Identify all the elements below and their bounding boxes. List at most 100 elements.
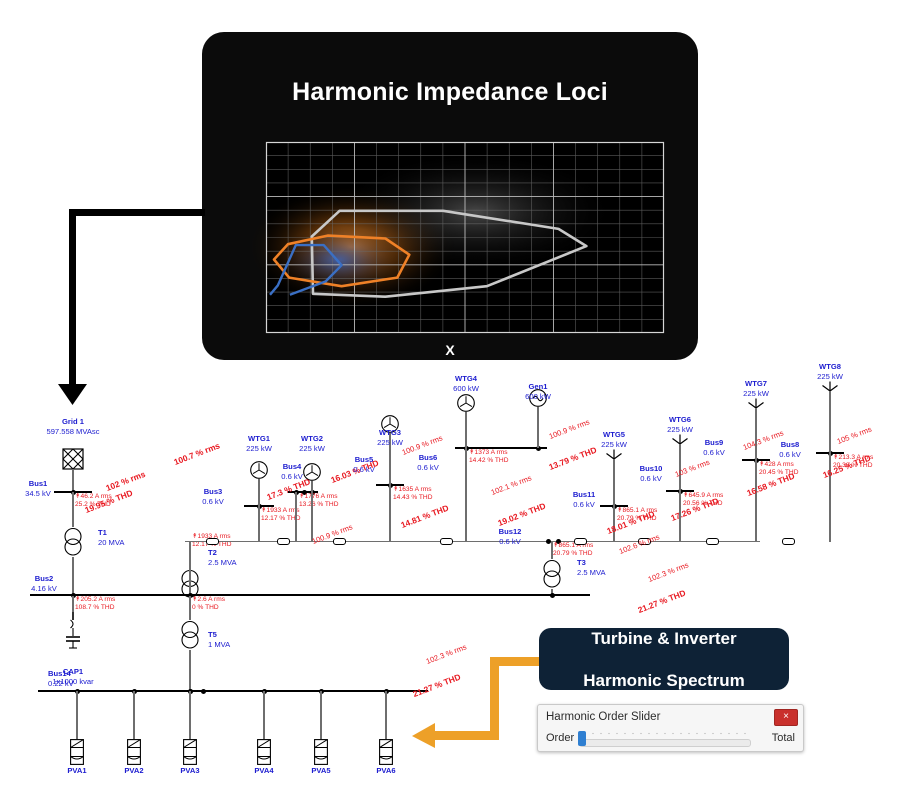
measurement-bus3-current: ↟1933 A rms [261, 507, 300, 514]
measurement-bus4: ↟1776 A rms 13.26 % THD [299, 493, 338, 510]
wtg8-label-name: WTG8 [819, 362, 841, 371]
pva2-label: PVA2 [124, 766, 144, 775]
chart-title: Harmonic Impedance Loci [292, 78, 608, 106]
t3-label-value: 2.5 MVA [577, 567, 606, 577]
t2-label: T2 2.5 MVA [208, 548, 237, 567]
wtg5-label-value: 225 kW [601, 439, 627, 449]
wtg4-label-name: WTG4 [455, 374, 477, 383]
chart-to-diagram-arrow-vertical [69, 209, 76, 388]
bus12-label-value: 0.6 kV [499, 536, 521, 546]
wtg3-label: WTG3 225 kW [377, 428, 403, 447]
rms-annotation-11: 102.3 % rms [646, 560, 690, 584]
switch-icon [333, 538, 346, 545]
bus6-label: Bus6 0.6 kV [417, 453, 439, 472]
measurement-bus12-thd: 20.79 % THD [553, 550, 593, 558]
t5-label-name: T5 [208, 630, 217, 639]
bus4-label-name: Bus4 [282, 462, 302, 471]
callout-arrowhead [412, 723, 435, 748]
thd-annotation-12: 21.27 % THD [411, 671, 462, 699]
harmonic-impedance-loci-panel: Harmonic Impedance Loci R X [202, 32, 698, 360]
rms-annotation-9: 105 % rms [835, 424, 873, 446]
bus9-label-name: Bus9 [704, 438, 724, 447]
thd-annotation-11: 21.27 % THD [636, 587, 687, 615]
bus6-label-name: Bus6 [418, 453, 438, 462]
bus12-label: Bus12 0.6 kV [499, 527, 522, 546]
t1-label-name: T1 [98, 528, 107, 537]
pva1-icon [70, 739, 84, 765]
switch-icon [440, 538, 453, 545]
wtg6-label-value: 225 kW [667, 424, 693, 434]
measurement-bus6-current: ↟1373 A rms [469, 449, 508, 456]
measurement-t2-low-thd: 0 % THD [192, 604, 219, 612]
switch-icon [706, 538, 719, 545]
t5-icon [181, 620, 199, 649]
bus2-label: Bus2 4.16 kV [31, 574, 57, 593]
loci-plot-svg [246, 141, 665, 334]
measurement-bus4-current: ↟1776 A rms [299, 493, 338, 500]
bus11-label-value: 0.6 kV [573, 499, 595, 509]
bus3-label: Bus3 0.6 kV [202, 487, 224, 506]
slider-thumb[interactable] [578, 731, 586, 746]
gen1-label-value: 600 kW [525, 391, 551, 401]
wtg4-label-value: 600 kW [453, 383, 479, 393]
bus3-label-name: Bus3 [203, 487, 223, 496]
wtg6-label: WTG6 225 kW [667, 415, 693, 434]
chart-x-axis-label: X [445, 342, 455, 358]
bus8-label: Bus8 0.6 kV [779, 440, 801, 459]
pva3-icon [183, 739, 197, 765]
wtg1-label: WTG1 225 kW [246, 434, 272, 453]
t5-label: T5 1 MVA [208, 630, 230, 649]
t1-label: T1 20 MVA [98, 528, 124, 547]
bus1-label: Bus1 34.5 kV [25, 479, 51, 498]
switch-icon [277, 538, 290, 545]
callout-arrow-horizontal-bottom [432, 731, 494, 740]
wtg7-label-name: WTG7 [745, 379, 767, 388]
t1-icon [64, 527, 82, 556]
gen1-label: Gen1 600 kW [525, 382, 551, 401]
bus5-label-name: Bus5 [354, 455, 374, 464]
bus14-label: Bus14 0.22 kV [48, 669, 74, 688]
turbine-inverter-callout: Turbine & Inverter Harmonic Spectrum [539, 628, 789, 690]
bus12-label-name: Bus12 [498, 527, 522, 536]
bus6-label-value: 0.6 kV [417, 462, 439, 472]
pva4-icon [257, 739, 271, 765]
pva1-label: PVA1 [67, 766, 87, 775]
slider-row[interactable]: Order Total [546, 730, 795, 748]
wtg2-label: WTG2 225 kW [299, 434, 325, 453]
slider-track[interactable] [579, 739, 751, 747]
grid-source-icon [62, 448, 84, 470]
measurement-bus4-thd: 13.26 % THD [299, 501, 339, 509]
measurement-bus2-thd: 108.7 % THD [75, 604, 115, 612]
pva3-label: PVA3 [180, 766, 200, 775]
slider-order-label: Order [546, 732, 575, 744]
bus14-label-name: Bus14 [48, 669, 71, 678]
wtg1-label-name: WTG1 [248, 434, 270, 443]
t3-icon [543, 559, 561, 588]
pva5-icon [314, 739, 328, 765]
measurement-bus12: ↟865.1 A rms 20.79 % THD [553, 542, 593, 559]
close-icon[interactable]: × [774, 709, 798, 726]
bus1-label-name: Bus1 [28, 479, 48, 488]
chart-to-diagram-arrow-horizontal [69, 209, 205, 216]
bus5-label-value: 0.6 kV [353, 464, 375, 474]
callout-arrow-horizontal-top [490, 657, 545, 666]
wtg1-label-value: 225 kW [246, 443, 272, 453]
bus-bar [38, 690, 428, 692]
bus8-label-value: 0.6 kV [779, 449, 801, 459]
bus9-label-value: 0.6 kV [703, 447, 725, 457]
bus10-label: Bus10 0.6 kV [640, 464, 663, 483]
measurement-bus5-current: ↟1635 A rms [393, 486, 432, 493]
switch-icon [206, 538, 219, 545]
bus8-label-name: Bus8 [780, 440, 800, 449]
bus11-label: Bus11 0.6 kV [573, 490, 595, 509]
thd-annotation-4: 14.81 % THD [399, 502, 450, 530]
t5-label-value: 1 MVA [208, 639, 231, 649]
measurement-bus9-current: ↟428 A rms [759, 461, 794, 468]
harmonic-order-slider-window[interactable]: Harmonic Order Slider × Order Total [537, 704, 804, 752]
t2-label-value: 2.5 MVA [208, 557, 237, 567]
bus2-label-name: Bus2 [34, 574, 54, 583]
rms-annotation-10: 102.6 % rms [617, 532, 661, 556]
rms-annotation-2: 100.7 % rms [172, 440, 222, 467]
measurement-t2-low: ↟2.6 A rms 0 % THD [192, 596, 225, 613]
chart-plot-area [246, 141, 665, 334]
